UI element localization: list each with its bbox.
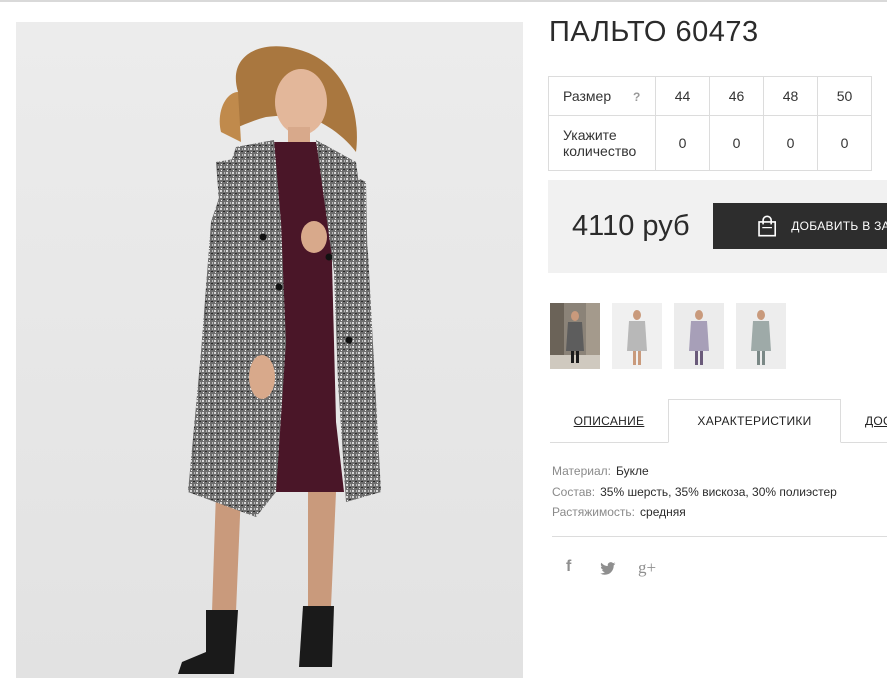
- quantity-row: Укажите количество 0 0 0 0: [548, 115, 872, 171]
- size-quantity-table: Размер ? 44 46 48 50 Укажите количество …: [548, 76, 872, 171]
- quantity-input-44[interactable]: 0: [655, 115, 710, 171]
- size-option: 48: [763, 76, 818, 116]
- thumbnail-image: [612, 303, 662, 369]
- quantity-label-line1: Укажите: [563, 127, 617, 143]
- thumbnail-3[interactable]: [674, 303, 724, 369]
- size-help-icon[interactable]: ?: [633, 90, 640, 104]
- tab-description[interactable]: ОПИСАНИЕ: [550, 399, 668, 443]
- shopping-bag-icon: [758, 215, 777, 237]
- quantity-label-line2: количество: [563, 143, 637, 159]
- size-option: 46: [709, 76, 764, 116]
- spec-row-composition: Состав: 35% шерсть, 35% вискоза, 30% поли…: [552, 482, 837, 503]
- google-plus-icon[interactable]: g+: [638, 558, 656, 578]
- twitter-icon[interactable]: [600, 562, 616, 575]
- thumbnail-4[interactable]: [736, 303, 786, 369]
- purchase-bar: 4110 руб ДОБАВИТЬ В ЗАКАЗ: [548, 180, 887, 273]
- size-label: Размер: [563, 88, 612, 104]
- thumbnail-2[interactable]: [612, 303, 662, 369]
- divider: [552, 536, 887, 537]
- product-tabs: ОПИСАНИЕ ХАРАКТЕРИСТИКИ ДОСТАВКА: [550, 399, 887, 444]
- spec-key: Состав:: [552, 484, 596, 499]
- characteristics-list: Материал: Букле Состав: 35% шерсть, 35% ви…: [552, 461, 837, 523]
- spec-value: средняя: [640, 505, 686, 519]
- add-to-cart-button[interactable]: ДОБАВИТЬ В ЗАКАЗ: [713, 203, 887, 249]
- size-option: 50: [817, 76, 872, 116]
- facebook-icon[interactable]: f: [566, 558, 571, 576]
- tab-delivery[interactable]: ДОСТАВКА: [865, 399, 887, 443]
- model-in-coat-image: [178, 46, 381, 674]
- product-main-photo[interactable]: [16, 22, 523, 678]
- thumbnail-image: [550, 303, 600, 369]
- size-option: 44: [655, 76, 710, 116]
- price: 4110 руб: [572, 210, 690, 242]
- quantity-label-cell: Укажите количество: [548, 115, 656, 171]
- quantity-input-46[interactable]: 0: [709, 115, 764, 171]
- add-to-cart-label: ДОБАВИТЬ В ЗАКАЗ: [791, 219, 887, 233]
- product-title: ПАЛЬТО 60473: [549, 16, 759, 48]
- size-row: Размер ? 44 46 48 50: [548, 76, 872, 116]
- thumbnail-image: [674, 303, 724, 369]
- spec-value: Букле: [615, 464, 649, 478]
- spec-row-stretch: Растяжимость: средняя: [552, 502, 837, 523]
- thumbnail-1[interactable]: [550, 303, 600, 369]
- thumbnail-image: [736, 303, 786, 369]
- tab-characteristics[interactable]: ХАРАКТЕРИСТИКИ: [668, 399, 841, 443]
- quantity-input-50[interactable]: 0: [817, 115, 872, 171]
- spec-row-material: Материал: Букле: [552, 461, 837, 482]
- size-label-cell: Размер ?: [548, 76, 656, 116]
- quantity-input-48[interactable]: 0: [763, 115, 818, 171]
- spec-key: Материал:: [552, 464, 611, 478]
- top-border: [0, 0, 887, 2]
- spec-value: 35% шерсть, 35% вискоза, 30% полиэстер: [600, 484, 837, 499]
- spec-key: Растяжимость:: [552, 505, 636, 519]
